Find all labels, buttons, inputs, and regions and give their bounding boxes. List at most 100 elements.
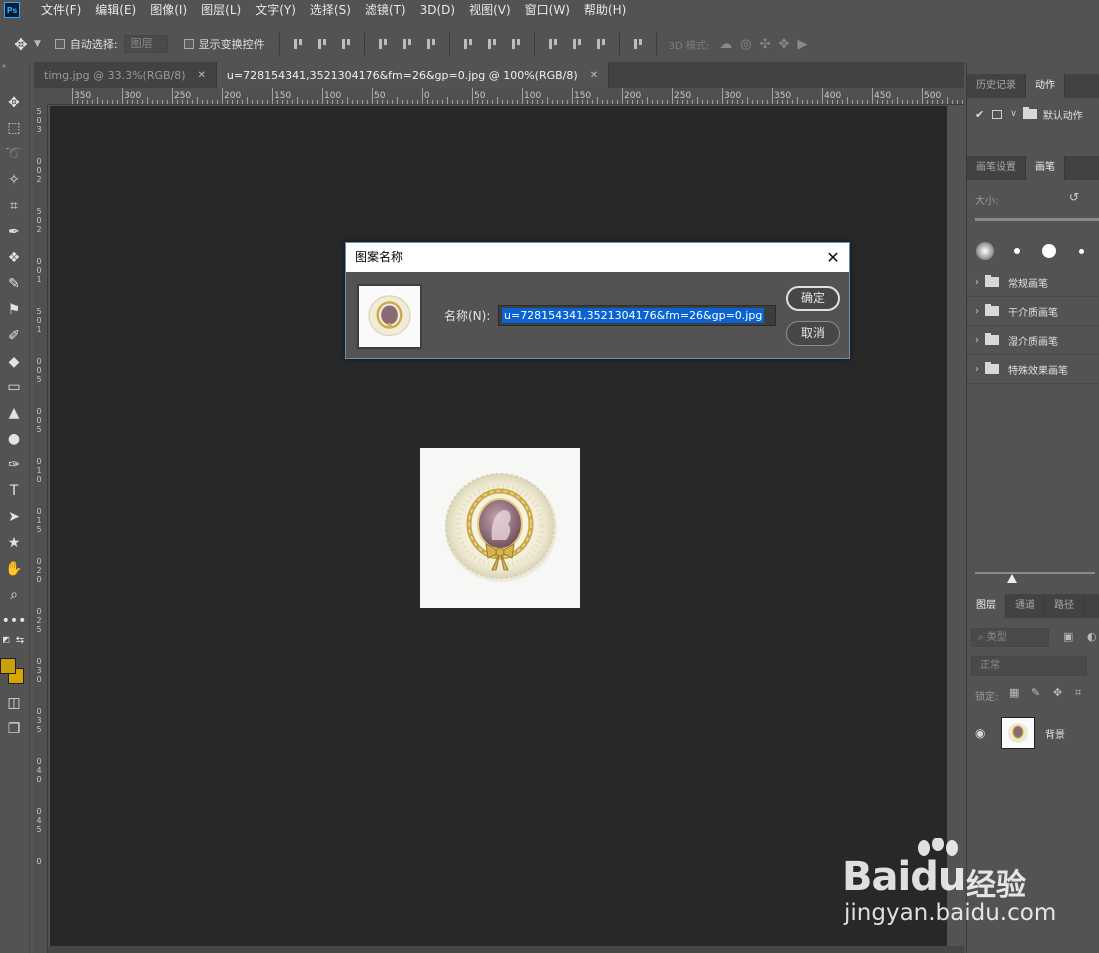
distribute-hcenter-icon[interactable] (570, 37, 584, 51)
brush-group-dry[interactable]: › 干介质画笔 (967, 297, 1099, 326)
chevron-down-icon[interactable]: ∨ (1010, 109, 1017, 119)
brush-preset-soft[interactable] (971, 236, 999, 266)
chevron-right-icon[interactable]: › (975, 335, 979, 346)
menu-select[interactable]: 选择(S) (303, 0, 358, 20)
chevron-right-icon[interactable]: › (975, 364, 979, 375)
auto-align-icon[interactable] (631, 37, 645, 51)
menu-layer[interactable]: 图层(L) (194, 0, 248, 20)
lasso-tool-icon[interactable]: ➰ (3, 143, 25, 165)
preview-size-slider[interactable] (975, 572, 1095, 574)
adjustment-filter-icon[interactable]: ◐ (1087, 630, 1097, 643)
menu-view[interactable]: 视图(V) (462, 0, 518, 20)
align-top-icon[interactable] (291, 37, 305, 51)
menu-edit[interactable]: 编辑(E) (88, 0, 143, 20)
auto-select-target-dropdown[interactable]: 图层 (123, 35, 168, 53)
menu-window[interactable]: 窗口(W) (518, 0, 577, 20)
swap-colors-icon[interactable]: ⇆ (14, 634, 26, 646)
ruler-vertical[interactable]: 5030025020015010050050100150200250300350… (34, 105, 48, 953)
align-bottom-icon[interactable] (339, 37, 353, 51)
brush-tool-icon[interactable]: ✎ (3, 273, 25, 295)
menu-help[interactable]: 帮助(H) (577, 0, 633, 20)
chevron-down-icon[interactable]: ▼ (34, 39, 41, 49)
menu-type[interactable]: 文字(Y) (248, 0, 303, 20)
tab-brush-settings[interactable]: 画笔设置 (967, 156, 1026, 180)
close-icon[interactable]: ✕ (198, 70, 206, 81)
shape-tool-icon[interactable]: ★ (3, 532, 25, 554)
3d-slide-icon[interactable]: ✥ (779, 37, 790, 52)
pen-tool-icon[interactable]: ✑ (3, 454, 25, 476)
tab-history[interactable]: 历史记录 (967, 74, 1026, 98)
more-tools-icon[interactable]: ••• (2, 610, 27, 632)
slider-thumb[interactable] (1007, 574, 1017, 583)
quick-mask-icon[interactable]: ◫ (3, 692, 25, 714)
lock-position-icon[interactable]: ✥ (1053, 686, 1062, 699)
distribute-left-icon[interactable] (546, 37, 560, 51)
layer-row-background[interactable]: ◉ 背景 (967, 712, 1099, 754)
distribute-top-icon[interactable] (461, 37, 475, 51)
lock-transparency-icon[interactable]: ▦ (1009, 686, 1019, 699)
zoom-tool-icon[interactable]: ⌕ (3, 584, 25, 606)
brush-group-wet[interactable]: › 湿介质画笔 (967, 326, 1099, 355)
3d-camera-icon[interactable]: ▶ (797, 37, 807, 52)
tab-channels[interactable]: 通道 (1006, 594, 1045, 618)
panel-collapse-icon[interactable]: » (0, 62, 30, 70)
default-colors-icon[interactable]: ◩ (1, 634, 11, 644)
close-icon[interactable]: ✕ (825, 243, 841, 272)
blur-tool-icon[interactable]: ▲ (3, 402, 25, 424)
doc-tab-timg[interactable]: timg.jpg @ 33.3%(RGB/8) ✕ (34, 62, 217, 88)
auto-select-checkbox[interactable] (54, 39, 65, 49)
distribute-vcenter-icon[interactable] (485, 37, 499, 51)
tab-actions[interactable]: 动作 (1026, 74, 1065, 98)
lock-paint-icon[interactable]: ✎ (1031, 686, 1040, 699)
eye-icon[interactable]: ◉ (975, 726, 991, 740)
ok-button[interactable]: 确定 (786, 286, 840, 311)
brush-group-general[interactable]: › 常规画笔 (967, 268, 1099, 297)
move-tool-icon[interactable]: ✥ (3, 92, 25, 114)
3d-roll-icon[interactable]: ◎ (740, 37, 751, 52)
distribute-bottom-icon[interactable] (509, 37, 523, 51)
lock-artboard-icon[interactable]: ⌗ (1075, 686, 1081, 700)
gradient-tool-icon[interactable]: ▭ (3, 376, 25, 398)
tab-brush[interactable]: 画笔 (1026, 156, 1065, 180)
align-right-icon[interactable] (424, 37, 438, 51)
menu-image[interactable]: 图像(I) (143, 0, 194, 20)
blend-mode-dropdown[interactable]: 正常 (971, 656, 1087, 676)
menu-3d[interactable]: 3D(D) (413, 0, 462, 20)
check-icon[interactable]: ✔ (975, 108, 984, 121)
hand-tool-icon[interactable]: ✋ (3, 558, 25, 580)
foreground-color-swatch[interactable] (0, 658, 16, 674)
layer-filter-dropdown[interactable]: ⌕ 类型 (971, 628, 1049, 647)
brush-preset-tiny[interactable] (1067, 236, 1095, 266)
size-slider[interactable] (975, 218, 1099, 221)
distribute-right-icon[interactable] (594, 37, 608, 51)
stamp-tool-icon[interactable]: ⚑ (3, 299, 25, 321)
align-left-icon[interactable] (376, 37, 390, 51)
dialog-toggle-icon[interactable] (992, 109, 1003, 119)
dodge-tool-icon[interactable]: ● (3, 428, 25, 450)
screen-mode-icon[interactable]: ❐ (3, 718, 25, 740)
show-transform-checkbox[interactable] (183, 39, 194, 49)
move-tool-preset-icon[interactable]: ✥ (10, 33, 32, 55)
image-filter-icon[interactable]: ▣ (1063, 630, 1073, 643)
close-icon[interactable]: ✕ (590, 70, 598, 81)
menu-filter[interactable]: 滤镜(T) (358, 0, 413, 20)
pattern-name-input[interactable]: u=728154341,3521304176&fm=26&gp=0.jpg (498, 305, 776, 326)
align-hcenter-icon[interactable] (400, 37, 414, 51)
crop-tool-icon[interactable]: ⌗ (3, 195, 25, 217)
marquee-tool-icon[interactable]: ⬚ (3, 117, 25, 139)
tab-layers[interactable]: 图层 (967, 594, 1006, 618)
3d-pan-icon[interactable]: ✣ (760, 37, 771, 52)
document-image[interactable] (420, 448, 580, 608)
cancel-button[interactable]: 取消 (786, 321, 840, 346)
chevron-right-icon[interactable]: › (975, 277, 979, 288)
doc-tab-active[interactable]: u=728154341,3521304176&fm=26&gp=0.jpg @ … (216, 62, 610, 88)
ruler-origin[interactable] (34, 88, 48, 105)
align-vcenter-icon[interactable] (315, 37, 329, 51)
path-select-tool-icon[interactable]: ➤ (3, 506, 25, 528)
eraser-tool-icon[interactable]: ◆ (3, 351, 25, 373)
brush-preset-small[interactable] (1003, 236, 1031, 266)
3d-orbit-icon[interactable]: ☁ (719, 37, 732, 52)
ruler-horizontal[interactable]: 350 300 250 200 150 100 50 0 50 100 150 200 250 300 35… (48, 88, 964, 105)
menu-file[interactable]: 文件(F) (34, 0, 88, 20)
brush-preset-hard[interactable] (1035, 236, 1063, 266)
